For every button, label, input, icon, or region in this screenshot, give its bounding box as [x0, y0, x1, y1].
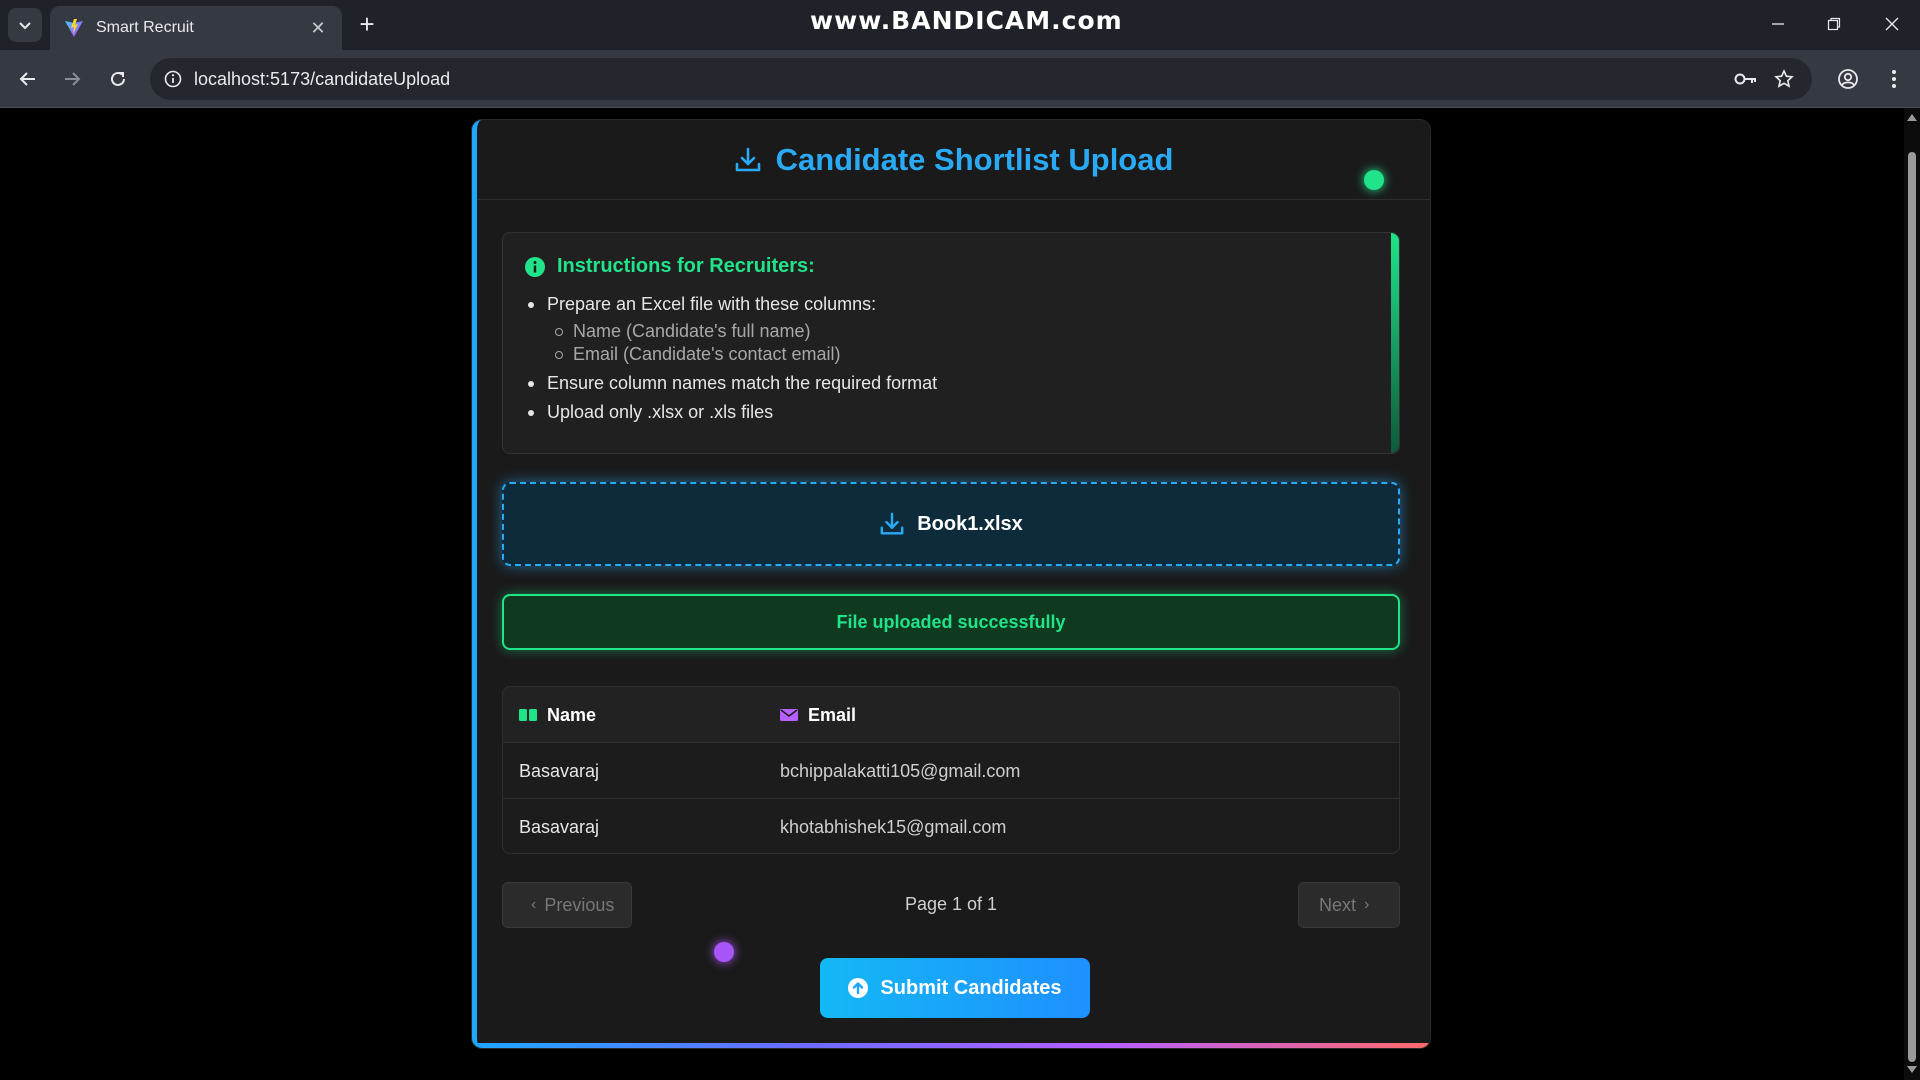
instructions-title-text: Instructions for Recruiters: [557, 255, 815, 277]
instructions-list: Prepare an Excel file with these columns… [525, 294, 1377, 423]
scroll-down-arrow-icon[interactable] [1907, 1066, 1917, 1073]
envelope-icon [780, 709, 798, 721]
browser-toolbar: localhost:5173/candidateUpload [0, 50, 1920, 108]
page-info: Page 1 of 1 [904, 894, 998, 914]
candidates-table: Name Email Basavaraj bchippalakatti105@g… [502, 686, 1400, 854]
bookmark-button[interactable] [1768, 63, 1800, 95]
password-key-button[interactable] [1730, 63, 1762, 95]
email-header-label: Email [808, 704, 857, 725]
close-window-button[interactable] [1868, 8, 1916, 40]
tab-close-icon[interactable]: ✕ [308, 18, 328, 39]
minimize-button[interactable] [1754, 8, 1802, 40]
back-button[interactable] [12, 63, 44, 95]
id-card-icon [519, 709, 537, 721]
recording-watermark: www.BANDICAM.com [810, 6, 1123, 35]
status-indicator-dot [1364, 170, 1384, 190]
submit-label: Submit Candidates [880, 976, 1062, 999]
page-scrollbar[interactable] [1904, 108, 1920, 1080]
instruction-item: Ensure column names match the required f… [525, 373, 1377, 394]
download-icon [880, 512, 904, 535]
browser-tab-bar: Smart Recruit ✕ + www.BANDICAM.com [0, 0, 1920, 50]
file-upload-dropzone[interactable]: Book1.xlsx [502, 482, 1400, 566]
instructions-accent-bar [1391, 233, 1399, 453]
vite-logo-icon [65, 19, 83, 37]
name-column-header: Name [519, 687, 596, 743]
card-header: Candidate Shortlist Upload [477, 120, 1430, 200]
upload-circle-icon [848, 978, 869, 998]
instruction-subitem: Email (Candidate's contact email) [547, 344, 1377, 365]
close-icon [1885, 17, 1899, 31]
forward-button[interactable] [56, 63, 88, 95]
pagination: ‹ Previous Page 1 of 1 Next › [502, 882, 1400, 928]
reload-button[interactable] [102, 63, 134, 95]
table-row: Basavaraj khotabhishek15@gmail.com [503, 799, 1399, 853]
email-column-header: Email [780, 687, 856, 743]
scroll-up-arrow-icon[interactable] [1907, 114, 1917, 121]
next-label: Next [1319, 894, 1357, 915]
candidate-email-cell: khotabhishek15@gmail.com [780, 816, 1007, 837]
key-icon [1734, 73, 1756, 85]
address-bar[interactable]: localhost:5173/candidateUpload [150, 58, 1812, 100]
card-bottom-gradient [477, 1043, 1430, 1048]
arrow-right-icon [65, 72, 81, 86]
instruction-sublist: Name (Candidate's full name) Email (Cand… [547, 321, 1377, 365]
new-tab-button[interactable]: + [352, 10, 382, 40]
chevron-down-icon [19, 22, 31, 30]
uploaded-file-name: Book1.xlsx [917, 512, 1023, 535]
upload-card: Candidate Shortlist Upload Instructions … [472, 120, 1430, 1048]
table-row: Basavaraj bchippalakatti105@gmail.com [503, 743, 1399, 799]
star-icon [1774, 69, 1794, 88]
upload-success-message: File uploaded successfully [502, 594, 1400, 650]
restore-icon [1827, 17, 1841, 31]
info-icon [525, 256, 545, 277]
minimize-icon [1772, 23, 1784, 25]
page-title: Candidate Shortlist Upload [775, 141, 1174, 177]
profile-button[interactable] [1832, 63, 1864, 95]
instruction-item: Prepare an Excel file with these columns… [525, 294, 1377, 365]
profile-icon [1838, 69, 1858, 89]
url-text: localhost:5173/candidateUpload [194, 68, 451, 89]
kebab-menu-icon [1892, 70, 1896, 88]
candidate-email-cell: bchippalakatti105@gmail.com [780, 760, 1021, 781]
arrow-left-icon [19, 72, 35, 86]
decorative-purple-dot [714, 942, 734, 962]
scrollbar-thumb[interactable] [1908, 152, 1916, 1062]
download-icon [735, 147, 760, 171]
table-header-row: Name Email [503, 687, 1399, 743]
chevron-right-icon: › [1364, 896, 1370, 913]
browser-tab[interactable]: Smart Recruit ✕ [50, 6, 342, 50]
instruction-text: Prepare an Excel file with these columns… [547, 294, 877, 314]
reload-icon [111, 71, 125, 86]
page-viewport: Candidate Shortlist Upload Instructions … [0, 108, 1904, 1080]
instructions-title: Instructions for Recruiters: [525, 255, 1377, 278]
site-info-icon [164, 70, 182, 88]
instruction-item: Upload only .xlsx or .xls files [525, 402, 1377, 423]
tab-title: Smart Recruit [96, 19, 194, 36]
tab-search-button[interactable] [8, 8, 42, 42]
restore-button[interactable] [1810, 8, 1858, 40]
next-page-button[interactable]: Next › [1298, 882, 1400, 928]
instructions-panel: Instructions for Recruiters: Prepare an … [502, 232, 1400, 454]
candidate-name-cell: Basavaraj [519, 760, 600, 781]
submit-candidates-button[interactable]: Submit Candidates [820, 958, 1090, 1018]
name-header-label: Name [547, 704, 597, 725]
instruction-subitem: Name (Candidate's full name) [547, 321, 1377, 342]
browser-menu-button[interactable] [1878, 63, 1910, 95]
candidate-name-cell: Basavaraj [519, 816, 600, 837]
